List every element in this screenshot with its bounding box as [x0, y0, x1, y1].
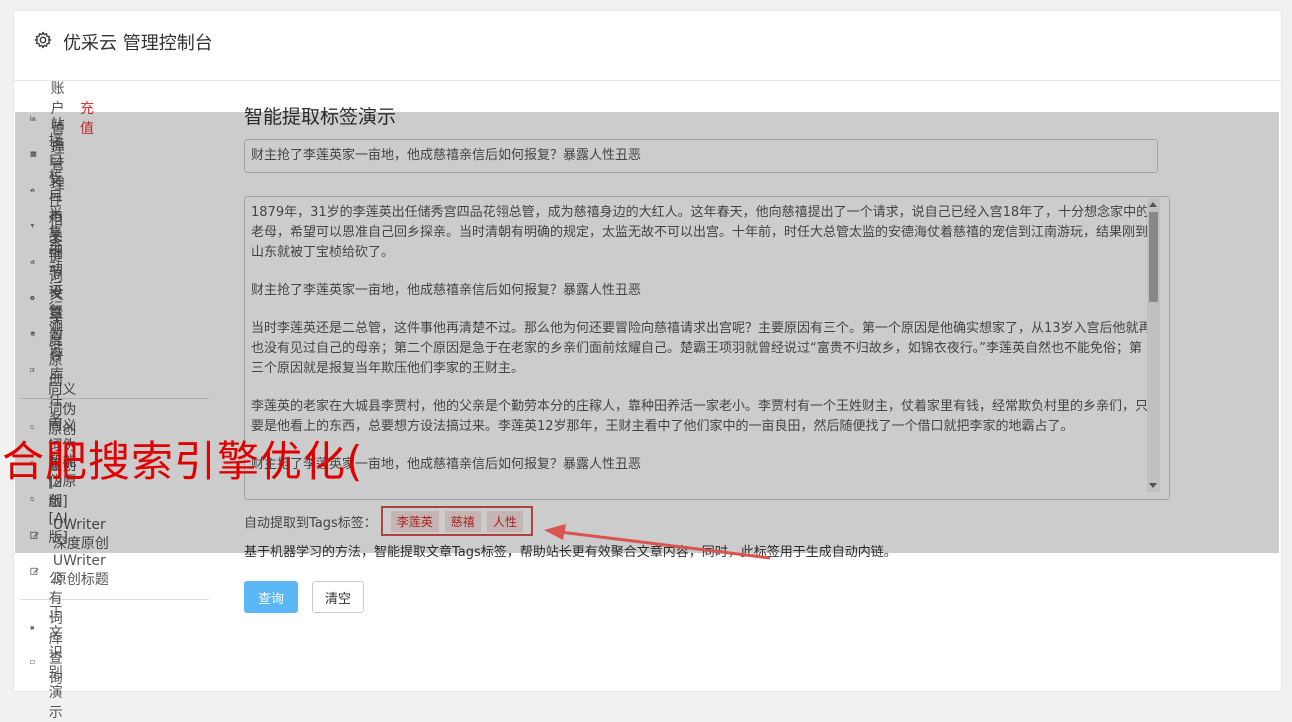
watermark-text: 合肥搜索引擎优化( [2, 437, 364, 486]
annotation-arrow [544, 524, 771, 560]
